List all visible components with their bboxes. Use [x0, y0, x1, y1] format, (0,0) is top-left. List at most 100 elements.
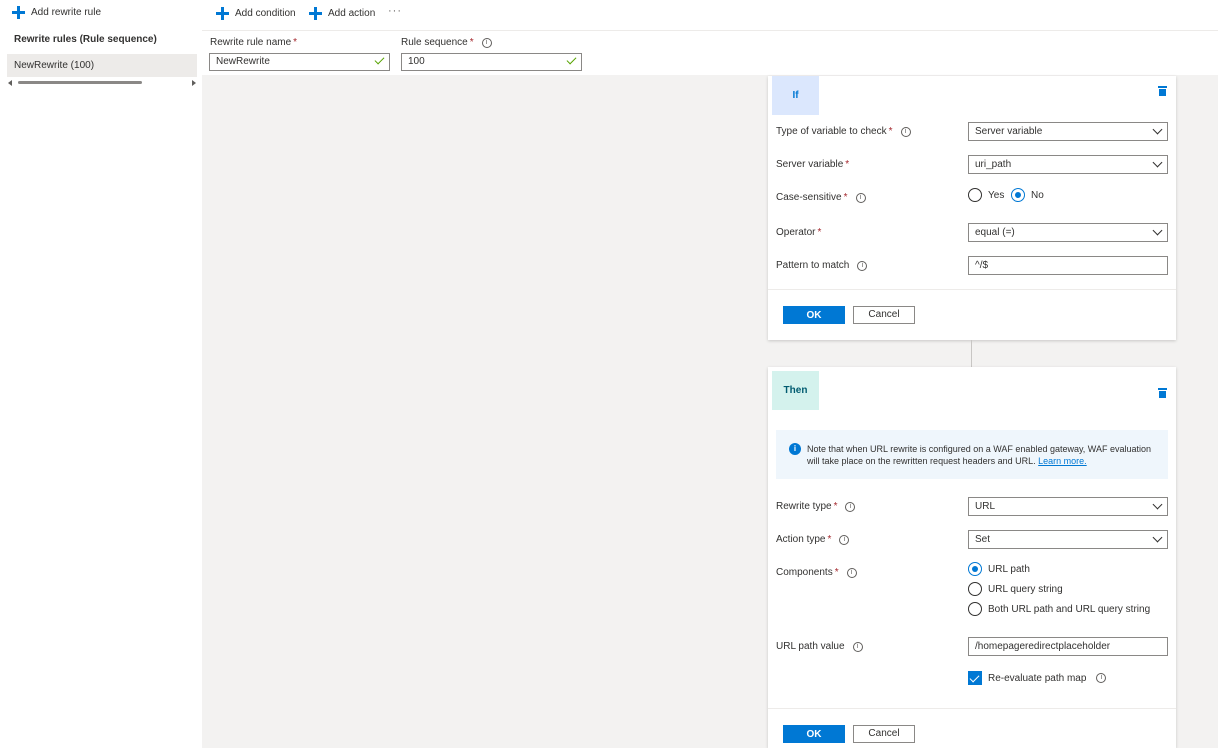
rule-sequence-value: 100 [408, 56, 425, 67]
action-type-dropdown[interactable]: Set [968, 530, 1168, 549]
checkmark-icon [566, 54, 577, 65]
variable-type-dropdown[interactable]: Server variable [968, 122, 1168, 141]
condition-card: If Type of variable to check * i Server v… [768, 76, 1176, 340]
variable-type-label: Type of variable to check * i [776, 126, 911, 137]
learn-more-link[interactable]: Learn more. [1038, 456, 1087, 466]
components-label-text: Components [776, 567, 833, 578]
rewrite-rules-sidebar: Add rewrite rule Rewrite rules (Rule seq… [0, 0, 202, 748]
trash-icon[interactable] [1158, 388, 1167, 398]
action-ok-button[interactable]: OK [783, 725, 845, 743]
url-path-option-label: URL path [988, 563, 1030, 575]
add-action-button[interactable]: Add action [309, 5, 375, 21]
case-yes-label: Yes [988, 189, 1005, 201]
required-marker: * [469, 37, 474, 48]
action-type-label-text: Action type [776, 534, 826, 545]
checkbox-checked[interactable] [968, 671, 982, 685]
condition-cancel-button[interactable]: Cancel [853, 306, 915, 324]
chevron-down-icon [1152, 157, 1163, 168]
chevron-down-icon [1152, 225, 1163, 236]
rule-fields-bar: Rewrite rule name * NewRewrite Rule seque… [202, 31, 1218, 75]
operator-label: Operator * [776, 227, 821, 238]
url-path-value-input[interactable]: /homepageredirectplaceholder [968, 637, 1168, 656]
plus-icon [309, 6, 322, 20]
operator-value: equal (=) [975, 227, 1015, 238]
url-path-value-label-text: URL path value [776, 641, 845, 652]
info-icon[interactable]: i [1096, 673, 1107, 683]
add-condition-button[interactable]: Add condition [216, 5, 296, 21]
info-icon[interactable]: i [900, 126, 911, 137]
rewrite-type-label-text: Rewrite type [776, 501, 832, 512]
rewrite-type-dropdown[interactable]: URL [968, 497, 1168, 516]
radio-circle[interactable] [968, 602, 982, 616]
rewrite-type-value: URL [975, 501, 996, 512]
case-sensitive-yes-radio[interactable]: Yes [968, 188, 1004, 202]
rule-sequence-label: Rule sequence * i [401, 37, 492, 48]
rule-name-label: Rewrite rule name * [210, 37, 297, 48]
toolbar: Add condition Add action ··· [202, 0, 1218, 31]
server-variable-label: Server variable * [776, 159, 849, 170]
info-icon[interactable]: i [845, 501, 856, 512]
sidebar-item-newrewrite[interactable]: NewRewrite (100) [7, 54, 197, 77]
pattern-input[interactable]: ^/$ [968, 256, 1168, 275]
operator-dropdown[interactable]: equal (=) [968, 223, 1168, 242]
server-variable-dropdown[interactable]: uri_path [968, 155, 1168, 174]
server-variable-label-text: Server variable [776, 159, 844, 170]
info-icon[interactable]: i [846, 567, 857, 578]
card-divider [768, 708, 1176, 709]
chevron-down-icon [1152, 499, 1163, 510]
reevaluate-label: Re-evaluate path map [988, 672, 1087, 684]
add-action-label: Add action [328, 7, 376, 19]
radio-circle-selected[interactable] [968, 562, 982, 576]
case-sensitive-no-radio[interactable]: No [1011, 188, 1044, 202]
required-marker: * [293, 37, 298, 48]
scroll-left-arrow-icon[interactable] [8, 80, 12, 86]
action-type-label: Action type * i [776, 534, 850, 545]
info-icon[interactable]: i [852, 641, 863, 652]
checkmark-icon [374, 54, 385, 65]
info-icon[interactable]: i [855, 192, 866, 203]
condition-ok-button[interactable]: OK [783, 306, 845, 324]
scroll-thumb[interactable] [18, 81, 142, 84]
info-icon[interactable]: i [839, 534, 850, 545]
case-sensitive-label-text: Case-sensitive [776, 192, 842, 203]
action-type-value: Set [975, 534, 991, 545]
card-divider [768, 289, 1176, 290]
variable-type-label-text: Type of variable to check [776, 126, 887, 137]
pattern-label: Pattern to match i [776, 260, 868, 271]
horizontal-scrollbar[interactable] [8, 79, 196, 87]
info-icon[interactable]: i [857, 260, 868, 271]
required-marker: * [843, 192, 848, 203]
radio-circle[interactable] [968, 582, 982, 596]
operator-label-text: Operator [776, 227, 816, 238]
server-variable-value: uri_path [975, 159, 1012, 170]
variable-type-value: Server variable [975, 126, 1043, 137]
trash-icon[interactable] [1158, 86, 1167, 96]
rule-sequence-input[interactable]: 100 [401, 53, 582, 71]
rule-name-input[interactable]: NewRewrite [209, 53, 390, 71]
url-path-value-label: URL path value i [776, 641, 863, 652]
plus-icon [216, 6, 229, 20]
action-card: Then i Note that when URL rewrite is con… [768, 367, 1176, 748]
component-url-query-radio[interactable]: URL query string [968, 582, 1063, 596]
reevaluate-path-map-checkbox[interactable]: Re-evaluate path map i [968, 671, 1107, 685]
then-badge: Then [772, 371, 819, 410]
action-cancel-button[interactable]: Cancel [853, 725, 915, 743]
scroll-right-arrow-icon[interactable] [192, 80, 196, 86]
case-sensitive-label: Case-sensitive * i [776, 192, 866, 203]
radio-circle-selected[interactable] [1011, 188, 1025, 202]
info-icon[interactable]: i [481, 37, 492, 48]
required-marker: * [845, 159, 850, 170]
more-icon[interactable]: ··· [388, 5, 402, 17]
component-both-radio[interactable]: Both URL path and URL query string [968, 602, 1150, 616]
chevron-down-icon [1152, 532, 1163, 543]
rewrite-type-label: Rewrite type * i [776, 501, 856, 512]
component-url-path-radio[interactable]: URL path [968, 562, 1030, 576]
add-rewrite-rule-button[interactable]: Add rewrite rule [12, 4, 101, 20]
rule-name-value: NewRewrite [216, 56, 270, 67]
info-icon: i [789, 443, 801, 455]
radio-circle[interactable] [968, 188, 982, 202]
required-marker: * [833, 501, 838, 512]
waf-note-text: Note that when URL rewrite is configured… [807, 444, 1152, 466]
both-option-label: Both URL path and URL query string [988, 603, 1151, 615]
required-marker: * [888, 126, 893, 137]
